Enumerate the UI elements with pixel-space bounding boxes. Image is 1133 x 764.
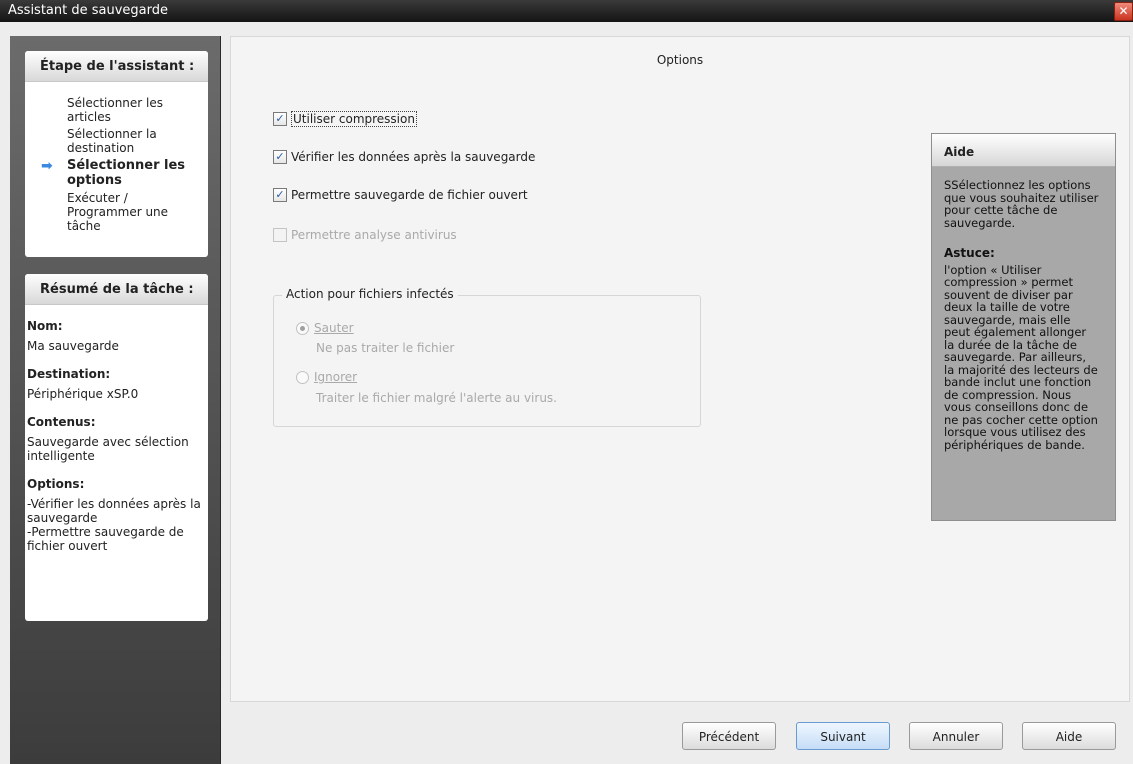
wizard-window: Étape de l'assistant : Sélectionner les … [0,22,1133,764]
previous-button[interactable]: Précédent [682,722,776,750]
summary-options-label: Options: [27,477,85,491]
options-page: Options ✓ Utiliser compression ✓ Vérifie… [230,36,1130,702]
antivirus-scan-checkbox[interactable]: Permettre analyse antivirus [273,228,457,242]
checkbox-box[interactable] [273,228,287,242]
wizard-steps-panel: Étape de l'assistant : Sélectionner les … [25,51,208,257]
help-header: Aide [932,134,1115,167]
checkbox-label[interactable]: Permettre analyse antivirus [291,228,457,242]
cancel-button[interactable]: Annuler [909,722,1003,750]
wizard-step-select-destination: Sélectionner la destination [25,127,192,155]
open-file-backup-checkbox[interactable]: ✓ Permettre sauvegarde de fichier ouvert [273,188,528,202]
help-panel: Aide SSélectionnez les options que vous … [931,133,1116,521]
check-icon[interactable]: ✓ [273,150,287,164]
wizard-step-label: Sélectionner les options [67,158,186,188]
summary-destination-label: Destination: [27,367,111,381]
title-bar: Assistant de sauvegarde ✕ [0,0,1133,22]
radio-label[interactable]: Sauter [314,321,354,335]
help-button[interactable]: Aide [1022,722,1116,750]
skip-radio[interactable]: Sauter [296,321,354,335]
summary-name-value: Ma sauvegarde [27,339,119,353]
page-title: Options [656,53,704,67]
summary-options-value-1: -Vérifier les données après la sauvegard… [27,497,201,525]
close-icon[interactable]: ✕ [1114,2,1133,21]
infected-files-group: Action pour fichiers infectés Sauter Ne … [273,287,701,427]
tip-title: Astuce: [944,246,995,260]
ignore-description: Traiter le fichier malgré l'alerte au vi… [316,391,557,405]
skip-description: Ne pas traiter le fichier [316,341,455,355]
wizard-step-label: Sélectionner les articles [67,96,164,124]
group-legend: Action pour fichiers infectés [282,287,458,301]
radio-label[interactable]: Ignorer [314,370,357,384]
radio-button-selected[interactable] [296,321,309,335]
help-text: SSélectionnez les options que vous souha… [944,178,1099,230]
summary-name-label: Nom: [27,319,63,333]
verify-data-checkbox[interactable]: ✓ Vérifier les données après la sauvegar… [273,150,535,164]
summary-destination-value: Périphérique xSP.0 [27,387,139,401]
check-icon[interactable]: ✓ [273,188,287,202]
tip-text: l'option « Utiliser compression » permet… [944,262,1098,452]
wizard-step-select-items: Sélectionner les articles [25,96,192,124]
window-title: Assistant de sauvegarde [8,3,168,18]
summary-options-value-2: -Permettre sauvegarde de fichier ouvert [27,525,184,553]
wizard-step-select-options: ➡ Sélectionner les options [25,158,192,188]
task-summary-panel: Résumé de la tâche : Nom: Ma sauvegarde … [25,274,208,621]
checkbox-label[interactable]: Vérifier les données après la sauvegarde [291,150,535,164]
task-summary-header: Résumé de la tâche : [25,274,208,305]
ignore-radio[interactable]: Ignorer [296,370,357,384]
wizard-step-label: Exécuter / Programmer une tâche [67,191,169,233]
right-arrow-icon: ➡ [41,158,53,174]
next-button[interactable]: Suivant [796,722,890,750]
summary-contents-label: Contenus: [27,415,96,429]
checkbox-label[interactable]: Permettre sauvegarde de fichier ouvert [291,188,528,202]
summary-contents-value: Sauvegarde avec sélection intelligente [27,435,189,463]
radio-button[interactable] [296,370,309,384]
use-compression-checkbox[interactable]: ✓ Utiliser compression [273,111,417,127]
wizard-step-run-schedule: Exécuter / Programmer une tâche [25,191,192,233]
wizard-step-label: Sélectionner la destination [67,127,157,155]
check-icon[interactable]: ✓ [273,112,287,126]
wizard-steps-header: Étape de l'assistant : [25,51,208,82]
sidebar: Étape de l'assistant : Sélectionner les … [10,36,221,764]
checkbox-label[interactable]: Utiliser compression [291,111,417,127]
